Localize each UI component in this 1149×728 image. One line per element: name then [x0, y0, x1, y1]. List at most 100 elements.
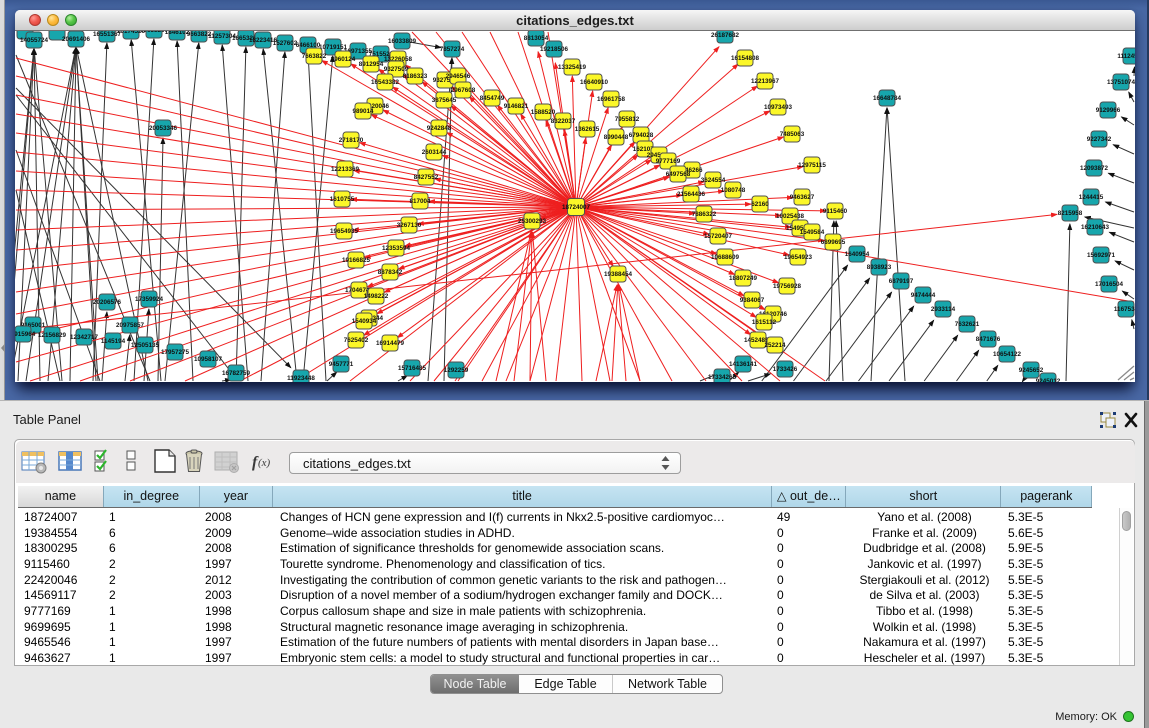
svg-text:7857274: 7857274 [440, 46, 465, 53]
svg-text:19756928: 19756928 [773, 283, 802, 290]
svg-text:3875645: 3875645 [432, 97, 457, 104]
svg-text:9474444: 9474444 [911, 292, 936, 299]
svg-text:9242848: 9242848 [427, 125, 452, 132]
svg-text:15720407: 15720407 [704, 233, 733, 240]
svg-text:1527602: 1527602 [273, 40, 298, 47]
svg-text:17334268: 17334268 [708, 374, 737, 381]
svg-text:8322037: 8322037 [551, 118, 576, 125]
svg-text:16648784: 16648784 [873, 95, 902, 102]
svg-text:12213967: 12213967 [751, 78, 780, 85]
svg-text:2603144: 2603144 [422, 149, 447, 156]
svg-text:3915964: 3915964 [15, 331, 36, 338]
svg-text:1640954: 1640954 [845, 251, 870, 258]
svg-text:2933114: 2933114 [931, 306, 956, 313]
svg-text:2946546: 2946546 [446, 73, 471, 80]
svg-text:252214: 252214 [764, 342, 786, 349]
svg-text:8990448: 8990448 [604, 134, 629, 141]
svg-text:10958107: 10958107 [194, 356, 223, 363]
svg-text:9245652: 9245652 [1019, 367, 1044, 374]
svg-text:12353594: 12353594 [382, 245, 411, 252]
svg-text:16543382: 16543382 [371, 79, 400, 86]
svg-text:21564436: 21564436 [677, 191, 706, 198]
svg-text:1588520: 1588520 [531, 109, 556, 116]
svg-text:6899695: 6899695 [821, 239, 846, 246]
svg-text:20975857: 20975857 [116, 322, 145, 329]
svg-text:19654923: 19654923 [784, 254, 813, 261]
svg-text:11923448: 11923448 [287, 375, 315, 382]
svg-text:3624554: 3624554 [701, 177, 726, 184]
svg-text:1292259: 1292259 [444, 367, 469, 374]
svg-text:2967608: 2967608 [451, 87, 476, 94]
svg-text:15692971: 15692971 [1087, 252, 1116, 259]
svg-text:9777169: 9777169 [656, 158, 681, 165]
svg-text:3267130: 3267130 [397, 222, 422, 229]
svg-text:1540934: 1540934 [352, 318, 377, 325]
svg-text:14136141: 14136141 [729, 361, 758, 368]
svg-text:8878342: 8878342 [378, 269, 403, 276]
svg-text:1362615: 1362615 [575, 126, 600, 133]
svg-text:8215958: 8215958 [1058, 210, 1083, 217]
svg-text:16033809: 16033809 [388, 38, 417, 45]
svg-text:7632621: 7632621 [955, 321, 980, 328]
svg-text:9457771: 9457771 [329, 361, 354, 368]
svg-text:62160: 62160 [751, 201, 769, 208]
svg-text:20053346: 20053346 [149, 125, 178, 132]
svg-text:6879197: 6879197 [889, 278, 914, 285]
svg-text:8427552: 8427552 [414, 174, 439, 181]
svg-text:7663822: 7663822 [302, 53, 327, 60]
svg-text:15716485: 15716485 [398, 365, 427, 372]
svg-text:16961758: 16961758 [597, 96, 626, 103]
svg-text:9463627: 9463627 [790, 194, 815, 201]
svg-text:1080748: 1080748 [721, 187, 746, 194]
svg-text:7485063: 7485063 [780, 131, 805, 138]
svg-text:8938923: 8938923 [867, 264, 892, 271]
svg-text:9327509: 9327509 [384, 66, 409, 73]
svg-text:6794028: 6794028 [629, 132, 654, 139]
svg-text:10654122: 10654122 [993, 351, 1022, 358]
svg-text:11124586: 11124586 [1117, 53, 1135, 60]
svg-text:16782759: 16782759 [222, 370, 251, 377]
svg-text:(x): (x) [258, 457, 271, 469]
svg-text:10973493: 10973493 [764, 104, 793, 111]
svg-text:16914479: 16914479 [376, 340, 405, 347]
svg-text:18724007: 18724007 [562, 204, 591, 211]
svg-text:7955812: 7955812 [615, 116, 640, 123]
svg-text:19218506: 19218506 [540, 46, 569, 53]
svg-text:14055724: 14055724 [20, 37, 49, 44]
svg-text:19654935: 19654935 [330, 228, 359, 235]
svg-text:1549584: 1549584 [800, 229, 825, 236]
svg-text:19166825: 19166825 [342, 257, 371, 264]
svg-text:16640910: 16640910 [580, 79, 609, 86]
svg-text:12156829: 12156829 [38, 332, 67, 339]
svg-text:13325419: 13325419 [558, 64, 587, 71]
svg-text:12213369: 12213369 [331, 166, 360, 173]
svg-text:17359924: 17359924 [135, 296, 164, 303]
svg-text:10688609: 10688609 [711, 254, 740, 261]
svg-text:9245012: 9245012 [1036, 378, 1061, 382]
svg-text:12505135: 12505135 [131, 342, 160, 349]
svg-text:17016504: 17016504 [1095, 281, 1124, 288]
svg-text:17957275: 17957275 [161, 349, 190, 356]
svg-text:989014: 989014 [352, 108, 374, 115]
svg-text:16210643: 16210643 [1081, 224, 1110, 231]
svg-text:16154808: 16154808 [731, 55, 760, 62]
svg-text:25300293: 25300293 [518, 218, 547, 225]
svg-text:12342717: 12342717 [70, 334, 99, 341]
svg-text:9129966: 9129966 [1096, 107, 1121, 114]
svg-text:7886322: 7886322 [692, 211, 717, 218]
svg-text:8912954: 8912954 [359, 61, 384, 68]
svg-text:8471676: 8471676 [976, 336, 1001, 343]
svg-text:20691406: 20691406 [62, 36, 91, 43]
svg-text:12093872: 12093872 [1080, 165, 1109, 172]
svg-text:9227342: 9227342 [1087, 136, 1112, 143]
svg-text:1167534: 1167534 [1114, 306, 1135, 313]
svg-text:18807249: 18807249 [729, 275, 758, 282]
svg-text:1498222: 1498222 [364, 293, 389, 300]
svg-text:9146821: 9146821 [504, 103, 529, 110]
svg-text:26187682: 26187682 [711, 32, 740, 39]
svg-text:8813054: 8813054 [524, 35, 549, 42]
svg-text:1145194: 1145194 [101, 338, 126, 345]
svg-text:1610755: 1610755 [330, 196, 355, 203]
svg-text:1244415: 1244415 [1079, 194, 1104, 201]
svg-text:9115460: 9115460 [823, 208, 848, 215]
